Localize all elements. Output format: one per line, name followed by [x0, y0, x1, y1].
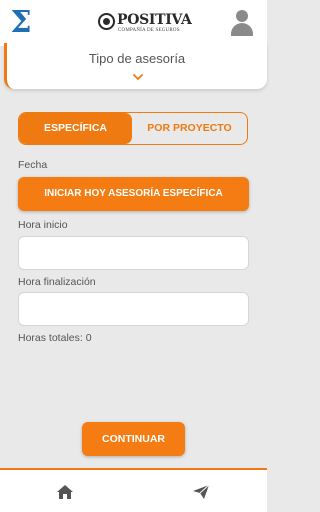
- hora-fin-label: Hora finalización: [18, 276, 96, 288]
- hora-fin-field[interactable]: [18, 292, 249, 326]
- mode-especifica-tab[interactable]: ESPECÍFICA: [19, 113, 132, 144]
- sigma-icon[interactable]: Σ: [8, 6, 34, 40]
- start-advisory-button[interactable]: INICIAR HOY ASESORÍA ESPECÍFICA: [18, 177, 249, 211]
- home-icon[interactable]: [57, 485, 73, 499]
- hora-inicio-field[interactable]: [18, 236, 249, 270]
- mode-por-proyecto-tab[interactable]: POR PROYECTO: [132, 113, 247, 144]
- brand-subtitle: COMPAÑÍA DE SEGUROS: [118, 28, 180, 33]
- continue-button[interactable]: CONTINUAR: [82, 422, 185, 456]
- send-icon[interactable]: [193, 485, 209, 499]
- total-hours-text: Horas totales: 0: [18, 332, 92, 344]
- type-selector-title: Tipo de asesoría: [88, 51, 186, 66]
- bottom-nav: [0, 468, 267, 512]
- brand-name: POSITIVA: [117, 12, 192, 28]
- type-selector[interactable]: Tipo de asesoría: [4, 43, 267, 89]
- positiva-logo: POSITIVA COMPAÑÍA DE SEGUROS: [96, 10, 192, 38]
- fecha-label: Fecha: [18, 159, 48, 171]
- user-icon[interactable]: [231, 10, 253, 36]
- logo-mark-icon: [98, 13, 115, 30]
- mode-toggle: ESPECÍFICA POR PROYECTO: [18, 112, 248, 145]
- chevron-down-icon[interactable]: [133, 73, 143, 81]
- hora-inicio-label: Hora inicio: [18, 219, 68, 231]
- top-bar: Σ POSITIVA COMPAÑÍA DE SEGUROS: [0, 0, 267, 46]
